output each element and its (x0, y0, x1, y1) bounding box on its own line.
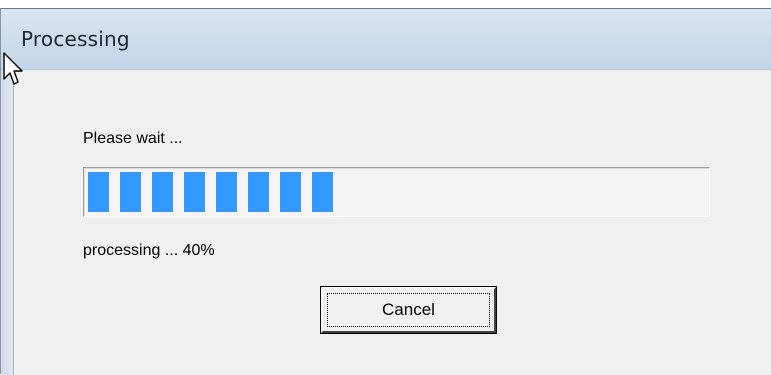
cancel-button[interactable]: Cancel (320, 286, 497, 334)
arrow-cursor-icon (3, 52, 23, 85)
progress-segment (312, 172, 333, 212)
progress-segment (280, 172, 301, 212)
progress-status-text: processing ... 40% (83, 242, 215, 259)
window-frame: Processing Please wait ... processing ..… (0, 8, 771, 375)
window-title: Processing (21, 27, 130, 51)
progress-bar (83, 167, 710, 217)
title-bar[interactable]: Processing (1, 9, 771, 70)
dialog-client-area: Please wait ... processing ... 40% Cance… (14, 70, 771, 375)
progress-segment (152, 172, 173, 212)
progress-segment (216, 172, 237, 212)
window-left-border (1, 70, 14, 375)
wait-message: Please wait ... (83, 130, 183, 147)
progress-segment (184, 172, 205, 212)
cancel-button-label: Cancel (327, 293, 490, 327)
progress-segment (120, 172, 141, 212)
processing-dialog: Processing Please wait ... processing ..… (0, 0, 771, 375)
progress-track (88, 172, 705, 212)
progress-segment (88, 172, 109, 212)
progress-segment (248, 172, 269, 212)
